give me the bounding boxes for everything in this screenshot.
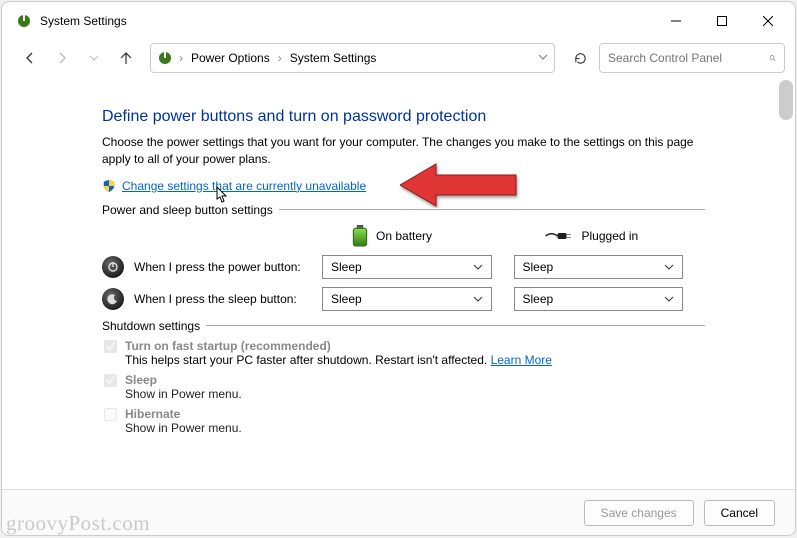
battery-icon: [352, 225, 368, 247]
navbar: › Power Options › System Settings: [2, 40, 795, 82]
window-title: System Settings: [40, 14, 127, 28]
chevron-down-icon: [664, 262, 674, 272]
hibernate-option-description: Show in Power menu.: [125, 421, 242, 435]
power-options-icon: [16, 13, 32, 29]
shutdown-legend: Shutdown settings: [102, 319, 206, 333]
hibernate-checkbox: [104, 408, 117, 421]
refresh-button[interactable]: [565, 43, 595, 73]
breadcrumb-power-options[interactable]: Power Options: [189, 49, 272, 67]
chevron-down-icon: [473, 294, 483, 304]
address-dropdown[interactable]: [538, 51, 548, 65]
sleep-button-icon: [102, 288, 124, 310]
forward-button[interactable]: [48, 44, 76, 72]
power-button-row-label: When I press the power button:: [134, 260, 301, 274]
power-sleep-legend: Power and sleep button settings: [102, 203, 279, 217]
hibernate-option-label: Hibernate: [125, 407, 242, 421]
cancel-button[interactable]: Cancel: [704, 500, 775, 526]
sleep-option-description: Show in Power menu.: [125, 387, 242, 401]
address-bar[interactable]: › Power Options › System Settings: [150, 43, 555, 73]
chevron-right-icon: ›: [177, 51, 185, 65]
power-options-icon: [157, 50, 173, 66]
maximize-button[interactable]: [699, 5, 745, 37]
close-button[interactable]: [745, 5, 791, 37]
power-button-on-battery-select[interactable]: Sleep: [322, 255, 492, 279]
sleep-button-plugged-in-select[interactable]: Sleep: [514, 287, 684, 311]
content-area: Define power buttons and turn on passwor…: [2, 82, 795, 489]
minimize-button[interactable]: [653, 5, 699, 37]
window: System Settings › Power Options › System…: [1, 1, 796, 536]
column-plugged-in: Plugged in: [582, 229, 639, 243]
change-settings-link[interactable]: Change settings that are currently unava…: [122, 179, 366, 193]
fast-startup-description: This helps start your PC faster after sh…: [125, 353, 552, 367]
learn-more-link[interactable]: Learn More: [491, 353, 552, 367]
scrollbar[interactable]: [779, 80, 793, 120]
plug-icon: [544, 229, 574, 243]
power-button-icon: [102, 256, 124, 278]
chevron-down-icon: [473, 262, 483, 272]
power-button-plugged-in-select[interactable]: Sleep: [514, 255, 684, 279]
uac-shield-icon: [102, 179, 116, 193]
page-title: Define power buttons and turn on passwor…: [102, 108, 705, 126]
shutdown-section: Shutdown settings: [102, 319, 705, 333]
fast-startup-label: Turn on fast startup (recommended): [125, 339, 552, 353]
page-description: Choose the power settings that you want …: [102, 134, 705, 169]
titlebar: System Settings: [2, 2, 795, 40]
chevron-down-icon: [664, 294, 674, 304]
sleep-button-on-battery-select[interactable]: Sleep: [322, 287, 492, 311]
column-on-battery: On battery: [376, 229, 432, 243]
back-button[interactable]: [16, 44, 44, 72]
recent-dropdown[interactable]: [80, 44, 108, 72]
search-icon: [769, 51, 776, 65]
watermark: groovyPost.com: [6, 511, 150, 536]
up-button[interactable]: [112, 44, 140, 72]
search-input[interactable]: [608, 51, 763, 65]
chevron-right-icon: ›: [276, 51, 284, 65]
sleep-option-label: Sleep: [125, 373, 242, 387]
fast-startup-checkbox: [104, 340, 117, 353]
sleep-button-row-label: When I press the sleep button:: [134, 292, 297, 306]
save-changes-button[interactable]: Save changes: [584, 500, 694, 526]
search-box[interactable]: [599, 43, 785, 73]
breadcrumb-system-settings[interactable]: System Settings: [288, 49, 379, 67]
power-sleep-section: Power and sleep button settings: [102, 203, 705, 217]
sleep-checkbox: [104, 374, 117, 387]
